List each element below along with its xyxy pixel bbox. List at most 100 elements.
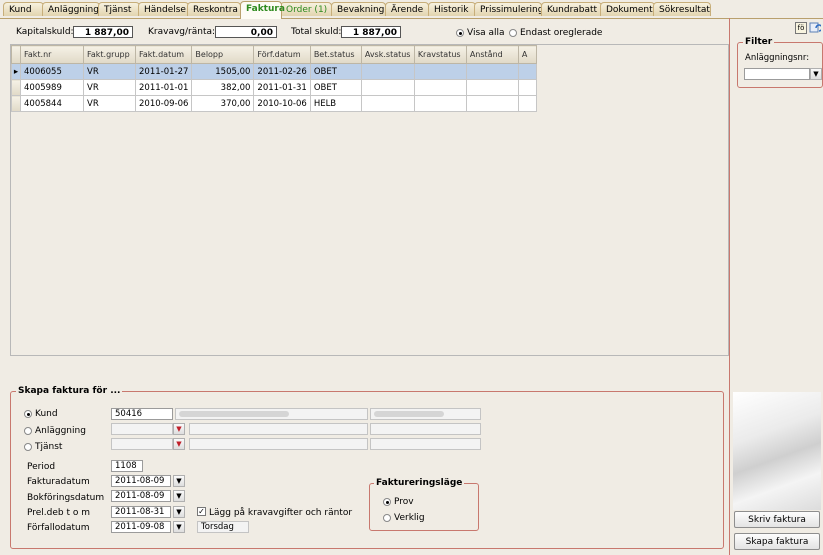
col-kravstatus[interactable]: Kravstatus bbox=[413, 45, 467, 64]
cell: 2011-01-27 bbox=[134, 63, 193, 80]
cell: 370,00 bbox=[191, 95, 255, 112]
cell: 2011-01-01 bbox=[134, 79, 193, 96]
visa-alla-label: Visa alla bbox=[467, 28, 505, 38]
col-avsk-status[interactable]: Avsk.status bbox=[360, 45, 415, 64]
tjanst-dropdown-icon[interactable]: ▼ bbox=[173, 438, 185, 450]
tjanst-radio[interactable] bbox=[24, 443, 32, 451]
panel-divider bbox=[729, 18, 730, 555]
tab-kundrabatt[interactable]: Kundrabatt bbox=[541, 2, 602, 16]
lagg-pa-checkbox[interactable]: ✓ bbox=[197, 507, 206, 516]
print-icon[interactable]: fö bbox=[795, 22, 807, 34]
kund-radio[interactable] bbox=[24, 410, 32, 418]
row-header bbox=[11, 95, 21, 112]
col-forf-datum[interactable]: Förf.datum bbox=[253, 45, 311, 64]
kund-number-input[interactable]: 50416 bbox=[111, 408, 173, 420]
period-label: Period bbox=[27, 462, 56, 472]
col-belopp[interactable]: Belopp bbox=[191, 45, 255, 64]
skriv-faktura-button[interactable]: Skriv faktura bbox=[734, 511, 820, 528]
filter-group: Filter Anläggningsnr: ▼ bbox=[737, 37, 823, 88]
anlaggningsnr-input[interactable] bbox=[744, 68, 810, 80]
cell bbox=[413, 63, 467, 80]
bokforingsdatum-label: Bokföringsdatum bbox=[27, 493, 105, 503]
tab-handelse[interactable]: Händelse bbox=[138, 2, 189, 16]
anlaggning-dropdown-icon[interactable]: ▼ bbox=[173, 423, 185, 435]
anlaggning-input[interactable] bbox=[111, 423, 173, 435]
fakturadatum-input[interactable]: 2011-08-09 bbox=[111, 475, 171, 487]
cell: 1505,00 bbox=[191, 63, 255, 80]
cell bbox=[465, 63, 519, 80]
table-row[interactable]: 4005844 VR 2010-09-06 370,00 2010-10-06 … bbox=[11, 95, 537, 112]
col-fakt-nr[interactable]: Fakt.nr bbox=[20, 45, 84, 64]
tab-arende[interactable]: Ärende bbox=[385, 2, 429, 16]
tjanst-input[interactable] bbox=[111, 438, 173, 450]
create-invoice-title: Skapa faktura för ... bbox=[16, 386, 123, 396]
cell bbox=[517, 63, 537, 80]
table-row[interactable]: 4005989 VR 2011-01-01 382,00 2011-01-31 … bbox=[11, 79, 537, 96]
total-skuld-value: 1 887,00 bbox=[341, 26, 401, 38]
tab-faktura[interactable]: Faktura bbox=[240, 1, 285, 19]
fakturadatum-label: Fakturadatum bbox=[27, 477, 90, 487]
col-bet-status[interactable]: Bet.status bbox=[309, 45, 362, 64]
endast-oreglerade-radio[interactable] bbox=[509, 29, 517, 37]
cell bbox=[465, 79, 519, 96]
col-fakt-grupp[interactable]: Fakt.grupp bbox=[83, 45, 136, 64]
verklig-radio[interactable] bbox=[383, 514, 391, 522]
tab-tjanst[interactable]: Tjänst bbox=[98, 2, 140, 16]
kravavg-label: Kravavg/ränta: bbox=[148, 27, 216, 37]
period-input[interactable]: 1108 bbox=[111, 460, 143, 472]
filter-title: Filter bbox=[743, 37, 775, 47]
cell bbox=[413, 95, 467, 112]
forfallodatum-input[interactable]: 2011-09-08 bbox=[111, 521, 171, 533]
col-anstand[interactable]: Anstånd bbox=[465, 45, 519, 64]
cell: OBET bbox=[309, 63, 362, 80]
skapa-faktura-button[interactable]: Skapa faktura bbox=[734, 533, 820, 550]
lagg-pa-label: Lägg på kravavgifter och räntor bbox=[209, 508, 353, 518]
kravavg-value: 0,00 bbox=[215, 26, 277, 38]
tab-order[interactable]: Order (1) bbox=[280, 2, 332, 16]
decorative-image bbox=[733, 392, 821, 510]
row-header bbox=[11, 79, 21, 96]
tjanst-name-field bbox=[189, 438, 368, 450]
visa-alla-radio[interactable] bbox=[456, 29, 464, 37]
tjanst-extra-field bbox=[370, 438, 481, 450]
total-skuld-label: Total skuld: bbox=[291, 27, 342, 37]
anlaggning-name-field bbox=[189, 423, 368, 435]
cell bbox=[360, 95, 415, 112]
tab-prissimulering[interactable]: Prissimulering bbox=[474, 2, 543, 16]
anlaggningsnr-dropdown-icon[interactable]: ▼ bbox=[810, 68, 822, 80]
grid-header-row: Fakt.nr Fakt.grupp Fakt.datum Belopp För… bbox=[11, 45, 537, 64]
cell: 2011-01-31 bbox=[253, 79, 311, 96]
cell bbox=[360, 79, 415, 96]
kapitalskuld-value: 1 887,00 bbox=[73, 26, 133, 38]
cell bbox=[517, 79, 537, 96]
row-header-corner bbox=[11, 45, 21, 64]
fakturadatum-calendar-icon[interactable]: ▼ bbox=[173, 475, 185, 487]
refresh-icon[interactable] bbox=[809, 22, 823, 34]
tab-historik[interactable]: Historik bbox=[428, 2, 476, 16]
tab-kund[interactable]: Kund bbox=[3, 2, 44, 16]
bokforingsdatum-calendar-icon[interactable]: ▼ bbox=[173, 490, 185, 502]
anlaggningsnr-label: Anläggningsnr: bbox=[745, 53, 810, 63]
anlaggning-radio[interactable] bbox=[24, 427, 32, 435]
col-a[interactable]: A bbox=[517, 45, 537, 64]
faktureringslage-title: Faktureringsläge bbox=[374, 478, 465, 488]
prov-radio[interactable] bbox=[383, 498, 391, 506]
preldeb-label: Prel.deb t o m bbox=[27, 508, 91, 518]
tab-sokresultat[interactable]: Sökresultat bbox=[653, 2, 711, 16]
preldeb-input[interactable]: 2011-08-31 bbox=[111, 506, 171, 518]
cell: 4006055 bbox=[20, 63, 84, 80]
tab-anlaggning[interactable]: Anläggning bbox=[42, 2, 100, 16]
invoice-table: Fakt.nr Fakt.grupp Fakt.datum Belopp För… bbox=[11, 45, 537, 112]
weekday-field: Torsdag bbox=[197, 521, 249, 533]
tab-dokument[interactable]: Dokument bbox=[600, 2, 655, 16]
anlaggning-extra-field bbox=[370, 423, 481, 435]
col-fakt-datum[interactable]: Fakt.datum bbox=[134, 45, 193, 64]
tab-reskontra[interactable]: Reskontra bbox=[187, 2, 241, 16]
table-row[interactable]: ▸ 4006055 VR 2011-01-27 1505,00 2011-02-… bbox=[11, 63, 537, 80]
preldeb-calendar-icon[interactable]: ▼ bbox=[173, 506, 185, 518]
create-invoice-group: Skapa faktura för ... Kund 50416 Anläggn… bbox=[10, 386, 724, 549]
cell: VR bbox=[83, 79, 136, 96]
tab-bevakning[interactable]: Bevakning bbox=[331, 2, 386, 16]
bokforingsdatum-input[interactable]: 2011-08-09 bbox=[111, 490, 171, 502]
forfallodatum-calendar-icon[interactable]: ▼ bbox=[173, 521, 185, 533]
